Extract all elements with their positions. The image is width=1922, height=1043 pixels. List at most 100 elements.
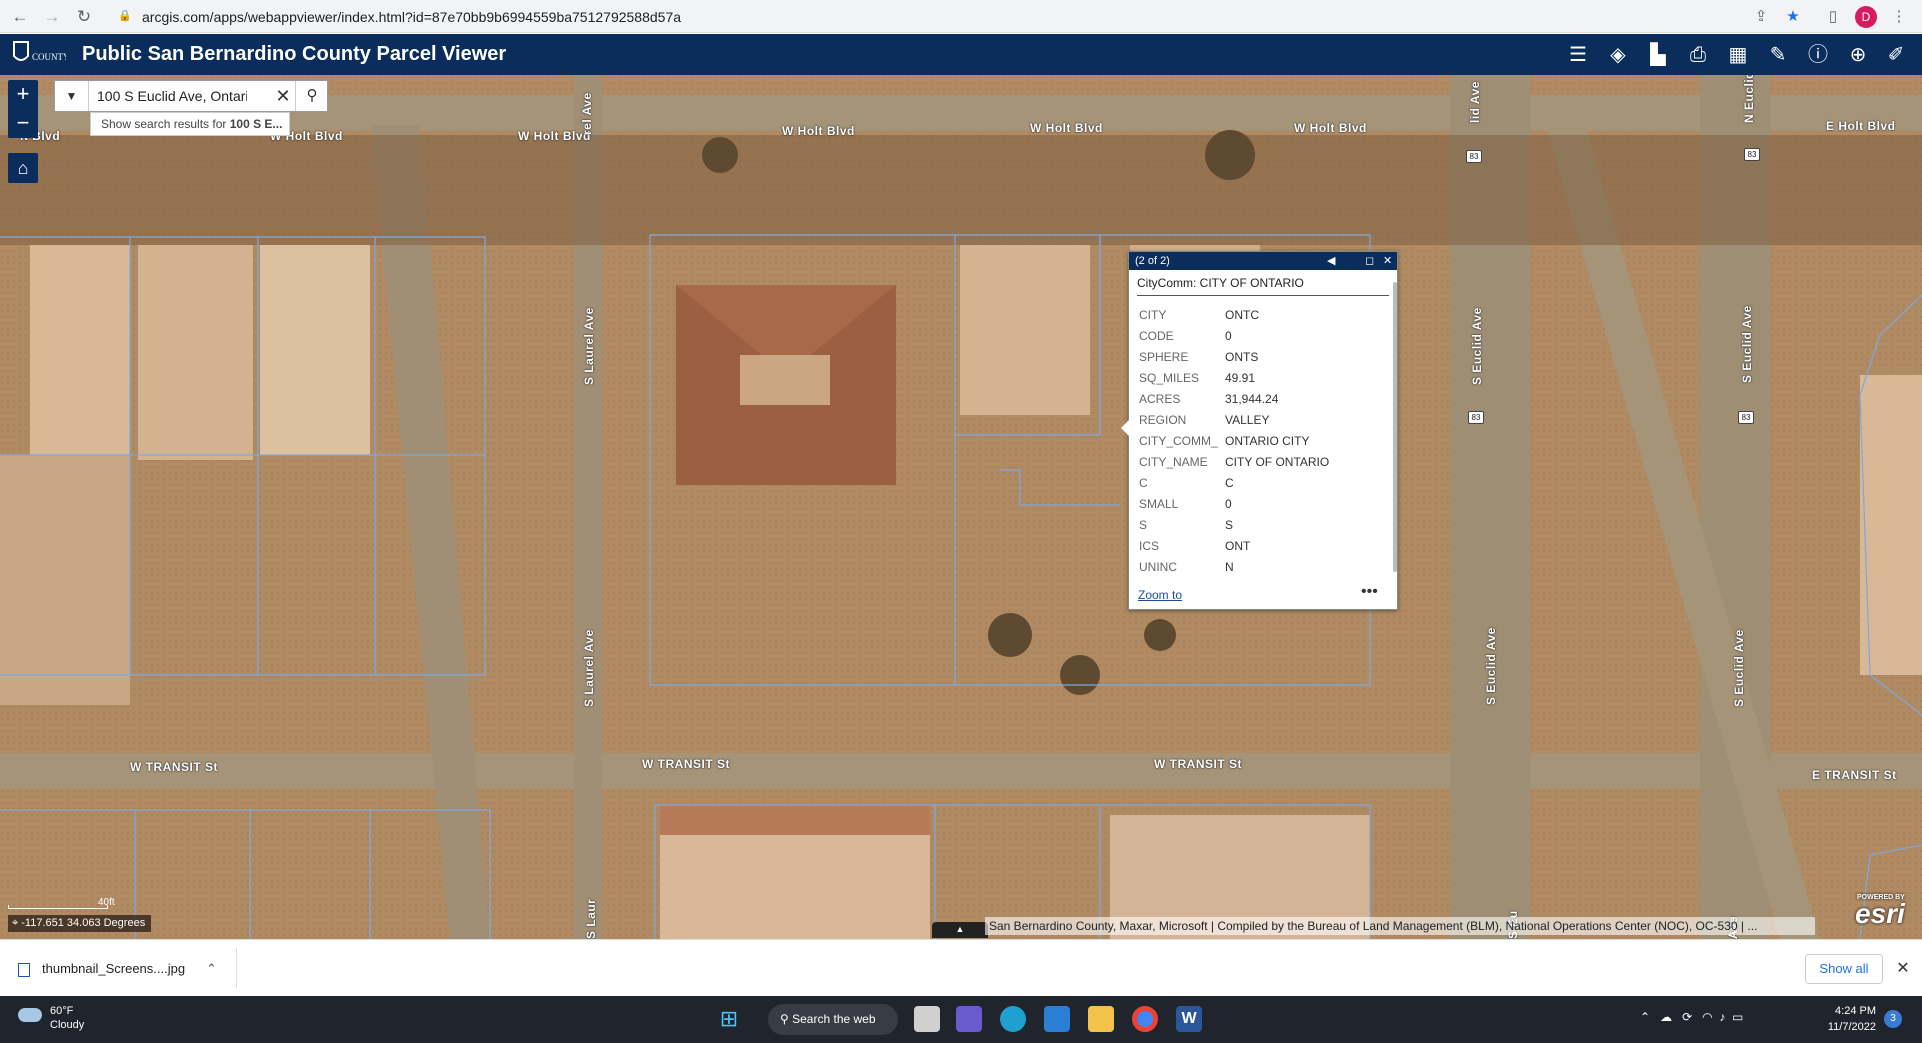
chrome-icon[interactable] [1132, 1006, 1158, 1032]
chat-icon[interactable] [956, 1006, 982, 1032]
popup-pointer [1121, 420, 1129, 436]
field-value: ONTARIO CITY [1225, 433, 1310, 448]
app-title: Public San Bernardino County Parcel View… [82, 43, 507, 65]
draw-icon[interactable]: ✐ [1882, 41, 1910, 69]
field-key: SQ_MILES [1139, 370, 1200, 385]
chevron-up-icon[interactable]: ⌃ [1640, 1010, 1650, 1024]
scale-bar-line [8, 905, 108, 909]
profile-avatar[interactable]: D [1855, 6, 1877, 28]
field-key: CITY_COMM_ [1139, 433, 1218, 448]
file-explorer-icon[interactable] [1088, 1006, 1114, 1032]
field-key: S [1139, 517, 1148, 532]
onedrive-icon[interactable]: ☁ [1660, 1010, 1672, 1024]
mail-icon[interactable] [1044, 1006, 1070, 1032]
street-label: S Laur [584, 898, 598, 939]
table-row: CITY_COMM_ ONTARIO CITY [1139, 430, 1379, 451]
field-value: N [1225, 559, 1234, 574]
map-view[interactable]: lt Blvd W Holt Blvd W Holt Blvd W Holt B… [0, 75, 1922, 939]
windows-taskbar: 60°F Cloudy ⊞ ⚲ Search the web W ⌃ ☁ ⟳ ◠ … [0, 996, 1922, 1043]
clear-search-icon[interactable]: ✕ [273, 86, 293, 106]
field-value: ONTC [1225, 307, 1259, 322]
system-tray[interactable]: ⌃ ☁ ⟳ ◠ ♪ ▭ [1640, 1010, 1743, 1024]
street-label: W TRANSIT St [642, 757, 730, 771]
maximize-icon[interactable]: ◻ [1365, 252, 1374, 270]
more-actions-icon[interactable]: ••• [1361, 583, 1378, 601]
basemap-icon[interactable]: ▙ [1644, 41, 1672, 69]
powered-by-text: POWERED BY [1857, 894, 1905, 901]
crosshair-icon: ⌖ [12, 917, 22, 929]
share-icon[interactable]: ⇪ [1750, 6, 1772, 28]
home-button[interactable]: ⌂ [8, 153, 38, 183]
windows-start-icon[interactable]: ⊞ [716, 1006, 742, 1032]
table-row: CITY_NAME CITY OF ONTARIO [1139, 451, 1379, 472]
scale-bar: 40ft [8, 897, 118, 911]
table-row: UNINC N [1139, 556, 1379, 577]
sync-icon[interactable]: ⟳ [1682, 1010, 1692, 1024]
file-icon [18, 962, 30, 977]
side-panel-icon[interactable]: ▯ [1822, 6, 1844, 28]
route-shield: 83 [1738, 411, 1754, 424]
forward-icon[interactable]: → [40, 5, 64, 29]
zoom-out-button[interactable]: − [8, 109, 38, 138]
clock[interactable]: 4:24 PM 11/7/2022 [1820, 1003, 1876, 1035]
field-key: ICS [1139, 538, 1160, 553]
taskbar-search[interactable]: ⚲ Search the web [768, 1004, 898, 1035]
previous-icon[interactable]: ◀ [1327, 252, 1335, 270]
close-icon[interactable]: ✕ [1893, 954, 1913, 984]
field-key: SPHERE [1139, 349, 1189, 364]
info-icon[interactable]: ⓘ [1804, 41, 1832, 69]
street-label: W Holt Blvd [782, 124, 855, 138]
menu-kebab-icon[interactable]: ⋮ [1888, 6, 1910, 28]
temperature: 60°F [50, 1005, 74, 1017]
select-icon[interactable]: ⊕ [1844, 41, 1872, 69]
scale-label: 40ft [98, 897, 115, 908]
back-icon[interactable]: ← [8, 5, 32, 29]
address-bar[interactable]: 🔒 arcgis.com/apps/webappviewer/index.htm… [110, 4, 1790, 30]
field-value: CITY OF ONTARIO [1225, 454, 1330, 469]
search-icon[interactable]: ⚲ [295, 81, 328, 111]
download-item[interactable]: thumbnail_Screens....jpg ⌃ [18, 954, 236, 984]
table-row: SMALL 0 [1139, 493, 1379, 514]
zoom-in-button[interactable]: + [8, 80, 38, 109]
show-all-button[interactable]: Show all [1805, 954, 1883, 984]
table-row: CITY ONTC [1139, 304, 1379, 325]
task-view-icon[interactable] [914, 1006, 940, 1032]
search-input[interactable] [97, 87, 247, 105]
measure-icon[interactable]: ✎ [1764, 41, 1792, 69]
print-icon[interactable]: ⎙ [1684, 41, 1712, 69]
field-key: UNINC [1139, 559, 1177, 574]
layers-icon[interactable]: ◈ [1604, 41, 1632, 69]
table-row: CC [1139, 472, 1379, 493]
street-label: E TRANSIT St [1812, 768, 1897, 782]
field-value: 31,944.24 [1225, 391, 1279, 406]
reload-icon[interactable]: ↻ [72, 5, 96, 29]
notification-badge[interactable]: 3 [1884, 1010, 1902, 1028]
date: 11/7/2022 [1827, 1021, 1876, 1033]
zoom-to-link[interactable]: Zoom to [1138, 588, 1182, 602]
street-label: S Laurel Ave [582, 629, 596, 707]
download-bar: thumbnail_Screens....jpg ⌃ Show all ✕ [0, 939, 1922, 996]
street-label: W TRANSIT St [130, 760, 218, 774]
divider [236, 948, 237, 988]
layer-list-icon[interactable]: ☰ [1564, 41, 1592, 69]
table-row: ACRES 31,944.24 [1139, 388, 1379, 409]
word-icon[interactable]: W [1176, 1006, 1202, 1032]
battery-icon[interactable]: ▭ [1732, 1010, 1743, 1024]
search-suggestion[interactable]: Show search results for 100 S E... [90, 112, 290, 136]
wifi-icon[interactable]: ◠ [1702, 1010, 1712, 1024]
chevron-up-icon[interactable]: ⌃ [206, 954, 217, 984]
field-key: SMALL [1139, 496, 1179, 511]
table-row: SS [1139, 514, 1379, 535]
search-source-dropdown[interactable]: ▼ [55, 81, 89, 111]
edge-icon[interactable] [1000, 1006, 1026, 1032]
volume-icon[interactable]: ♪ [1719, 1010, 1725, 1024]
attribution-toggle[interactable]: ▲ [932, 922, 988, 938]
gallery-icon[interactable]: ▦ [1724, 41, 1752, 69]
close-icon[interactable]: ✕ [1383, 252, 1392, 270]
bookmark-star-icon[interactable]: ★ [1782, 6, 1804, 28]
time: 4:24 PM [1835, 1005, 1876, 1017]
popup-scrollbar[interactable] [1393, 282, 1397, 572]
search-widget: ▼ ✕ ⚲ [54, 80, 328, 112]
field-key: ACRES [1139, 391, 1181, 406]
street-label: W Holt Blvd [1294, 121, 1367, 135]
